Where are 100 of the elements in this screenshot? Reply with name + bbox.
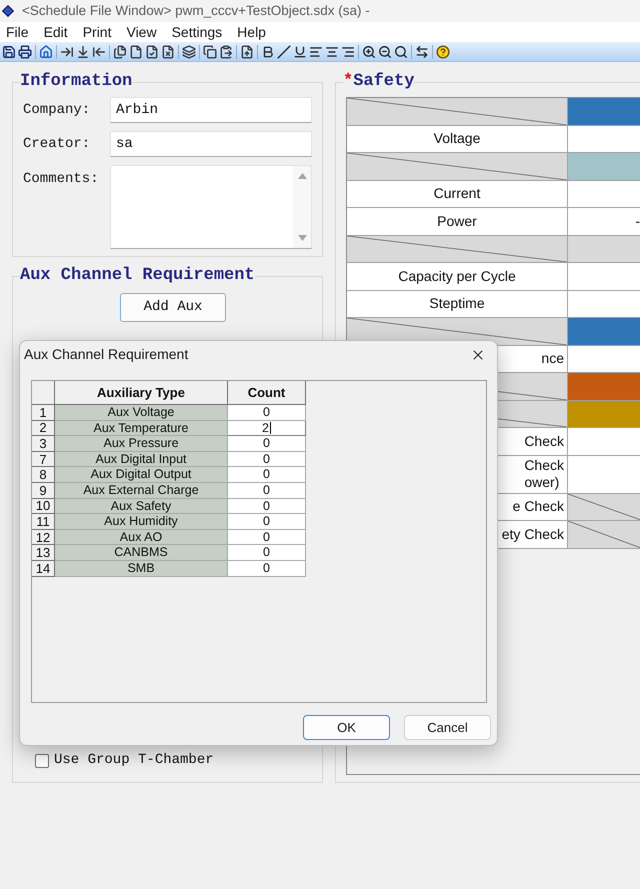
row-header: 9	[32, 482, 55, 499]
menu-item[interactable]: Edit	[38, 23, 74, 41]
comments-field[interactable]	[110, 165, 312, 249]
app-icon	[2, 5, 14, 17]
help-icon[interactable]	[436, 44, 450, 58]
dialog-button[interactable]: Cancel	[404, 715, 491, 740]
count-cell[interactable]: 0	[228, 545, 306, 561]
align-left-icon[interactable]	[309, 44, 323, 58]
table-cell: Aux AO	[55, 530, 228, 546]
value-cell	[568, 126, 640, 152]
add-aux-button[interactable]: Add Aux	[120, 293, 226, 322]
save-icon[interactable]	[2, 44, 16, 58]
file-upload-icon[interactable]	[240, 44, 254, 58]
crossed-out-cell	[568, 521, 640, 548]
align-center-icon[interactable]	[325, 44, 339, 58]
layers-icon[interactable]	[182, 44, 196, 58]
file-icon[interactable]	[129, 44, 143, 58]
table-cell: SMB	[55, 560, 228, 577]
table-cell: Aux Digital Input	[55, 452, 228, 468]
row-header: 12	[32, 530, 55, 546]
checkbox-label: Use Group T-Chamber	[54, 752, 214, 769]
row-header: 3	[32, 436, 55, 452]
row-header: 8	[32, 467, 55, 483]
arrow-down-to-line-icon[interactable]	[76, 44, 90, 58]
align-right-icon[interactable]	[341, 44, 355, 58]
value-cell	[568, 263, 640, 290]
panel-title: Safety	[353, 72, 414, 91]
count-cell[interactable]: 0	[228, 514, 306, 530]
menu-item[interactable]: Help	[231, 23, 272, 41]
row-header: 13	[32, 545, 55, 561]
swap-arrows-icon[interactable]	[415, 44, 429, 58]
panel-title: Information	[20, 72, 132, 92]
menu-item[interactable]: Settings	[166, 23, 228, 41]
window-title: <Schedule File Window> pwm_cccv+TestObject.sdx (sa) -	[22, 2, 370, 20]
value-cell	[568, 456, 640, 492]
count-cell[interactable]: 0	[228, 498, 306, 514]
value-cell	[568, 290, 640, 317]
row-header: 10	[32, 498, 55, 514]
menu-item[interactable]: Print	[76, 23, 118, 41]
printer-icon[interactable]	[18, 44, 32, 58]
text-field[interactable]: Arbin	[110, 97, 312, 123]
dialog-button[interactable]: OK	[303, 715, 390, 740]
row-header: 2	[32, 420, 55, 436]
menu-item[interactable]: File	[0, 23, 35, 41]
table-cell: Aux Humidity	[55, 514, 228, 530]
count-cell[interactable]: 0	[228, 530, 306, 546]
value-cell	[568, 180, 640, 207]
file-check-icon[interactable]	[145, 44, 159, 58]
search-icon[interactable]	[394, 44, 408, 58]
count-cell[interactable]: 0	[228, 560, 306, 577]
count-cell[interactable]: 0	[228, 452, 306, 468]
table-cell: Current	[347, 180, 568, 207]
zoom-out-icon[interactable]	[378, 44, 392, 58]
panel-title: Aux Channel Requirement	[20, 266, 255, 286]
count-cell[interactable]: 2	[228, 420, 306, 436]
file-x-icon[interactable]	[161, 44, 175, 58]
text-field[interactable]: sa	[110, 131, 312, 157]
table-cell: Aux Digital Output	[55, 467, 228, 483]
arrow-to-line-icon[interactable]	[60, 44, 74, 58]
required-mark: *	[343, 72, 354, 91]
row-header: 7	[32, 452, 55, 468]
checkbox[interactable]	[35, 754, 49, 768]
count-cell[interactable]: 0	[228, 405, 306, 421]
row-header: 11	[32, 514, 55, 530]
menu-item[interactable]: View	[120, 23, 163, 41]
text-cursor-icon	[270, 422, 271, 434]
column-header: Auxiliary Type	[55, 381, 228, 405]
crossed-out-cell	[568, 494, 640, 520]
value-cell: -	[568, 208, 640, 234]
value-cell	[568, 346, 640, 372]
table-cell: Aux Temperature	[55, 420, 228, 436]
dialog-title: Aux Channel Requirement	[24, 346, 188, 363]
row-header: 14	[32, 560, 55, 577]
value-cell	[568, 428, 640, 454]
table-cell: Steptime	[347, 290, 568, 317]
underline-icon[interactable]	[293, 44, 307, 58]
field-label: Creator:	[23, 135, 92, 153]
field-label: Company:	[23, 101, 92, 119]
table-cell: Voltage	[347, 126, 568, 152]
table-cell: Aux Safety	[55, 498, 228, 514]
count-cell[interactable]: 0	[228, 467, 306, 483]
field-label: Comments:	[23, 170, 100, 188]
slash-icon[interactable]	[277, 44, 291, 58]
column-header: Count	[228, 381, 306, 405]
table-cell: CANBMS	[55, 545, 228, 561]
count-cell[interactable]: 0	[228, 436, 306, 452]
home-icon[interactable]	[39, 44, 53, 58]
files-icon[interactable]	[113, 44, 127, 58]
count-cell[interactable]: 0	[228, 482, 306, 499]
table-cell: Power	[347, 208, 568, 234]
bold-icon[interactable]	[261, 44, 275, 58]
copy-icon[interactable]	[203, 44, 217, 58]
row-header: 1	[32, 405, 55, 421]
table-cell: Aux Voltage	[55, 405, 228, 421]
arrow-left-to-line-icon[interactable]	[92, 44, 106, 58]
table-cell: Aux External Charge	[55, 482, 228, 499]
zoom-in-icon[interactable]	[362, 44, 376, 58]
table-cell: Aux Pressure	[55, 436, 228, 452]
paste-icon[interactable]	[219, 44, 233, 58]
table-cell: Capacity per Cycle	[347, 263, 568, 290]
